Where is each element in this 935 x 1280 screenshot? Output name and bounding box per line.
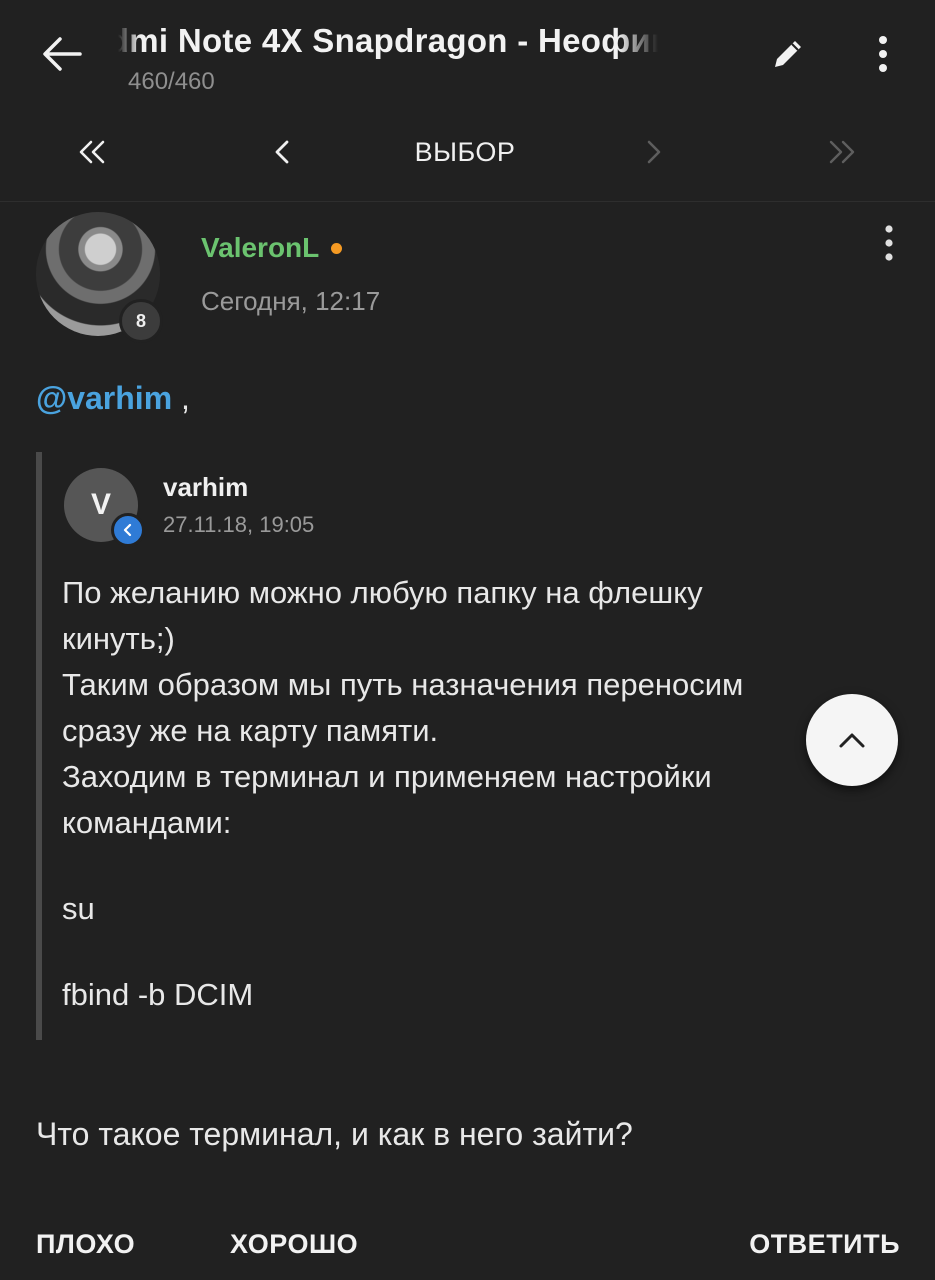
prev-page-button[interactable]: [240, 120, 324, 184]
topic-title-container: Redmi Note 4X Snapdragon - Неофициальные…: [118, 22, 658, 62]
last-page-button[interactable]: [800, 120, 884, 184]
avatar-badge: 8: [119, 299, 163, 343]
chevron-right-icon: [647, 140, 661, 164]
online-status-icon: [331, 242, 343, 254]
edit-button[interactable]: [758, 26, 818, 82]
double-chevron-left-icon: [79, 140, 105, 164]
author-name-row[interactable]: ValeronL: [201, 232, 343, 264]
quote-bar: [36, 452, 42, 1040]
page-select-button[interactable]: ВЫБОР: [360, 120, 570, 184]
vertical-dots-icon: [879, 36, 887, 72]
good-button[interactable]: ХОРОШО: [230, 1220, 358, 1268]
back-button[interactable]: [30, 22, 94, 86]
quote-date: 27.11.18, 19:05: [163, 512, 315, 537]
chevron-left-icon: [123, 523, 132, 537]
quote-author-name[interactable]: varhim: [163, 472, 248, 503]
overflow-menu-button[interactable]: [858, 26, 908, 82]
reply-button[interactable]: ОТВЕТИТЬ: [720, 1220, 900, 1268]
mention-line: @varhim ,: [36, 380, 190, 417]
quote-source-badge[interactable]: [111, 513, 145, 547]
quote-line: сразу же на карту памяти.: [62, 713, 439, 748]
quote-line: Заходим в терминал и применяем настройки: [62, 759, 712, 794]
quote-line: командами:: [62, 805, 232, 840]
next-page-button[interactable]: [612, 120, 696, 184]
author-name[interactable]: ValeronL: [201, 232, 319, 264]
user-mention-link[interactable]: @varhim: [36, 380, 172, 416]
bad-button[interactable]: ПЛОХО: [36, 1220, 135, 1268]
quote-command: su: [62, 891, 95, 926]
quote-line: кинуть;): [62, 621, 175, 656]
chevron-left-icon: [275, 140, 289, 164]
quote-body: По желанию можно любую папку на флешку к…: [62, 570, 892, 1018]
post-body: Что такое терминал, и как в него зайти?: [36, 1116, 633, 1152]
post-timestamp: Сегодня, 12:17: [201, 286, 381, 316]
scroll-to-top-button[interactable]: [806, 694, 898, 786]
quote-line: По желанию можно любую папку на флешку: [62, 575, 703, 610]
pencil-icon: [775, 41, 801, 67]
chevron-up-icon: [839, 733, 865, 748]
quote-line: Таким образом мы путь назначения перенос…: [62, 667, 744, 702]
post-menu-button[interactable]: [866, 218, 912, 268]
header-divider: [0, 201, 935, 202]
double-chevron-right-icon: [829, 140, 855, 164]
topic-title: Redmi Note 4X Snapdragon - Неофициальные…: [118, 22, 658, 59]
mention-suffix: ,: [172, 380, 190, 416]
vertical-dots-icon: [885, 225, 893, 261]
arrow-left-icon: [43, 37, 82, 71]
page-counter: 460/460: [128, 68, 215, 95]
quote-command: fbind -b DCIM: [62, 977, 254, 1012]
first-page-button[interactable]: [50, 120, 134, 184]
